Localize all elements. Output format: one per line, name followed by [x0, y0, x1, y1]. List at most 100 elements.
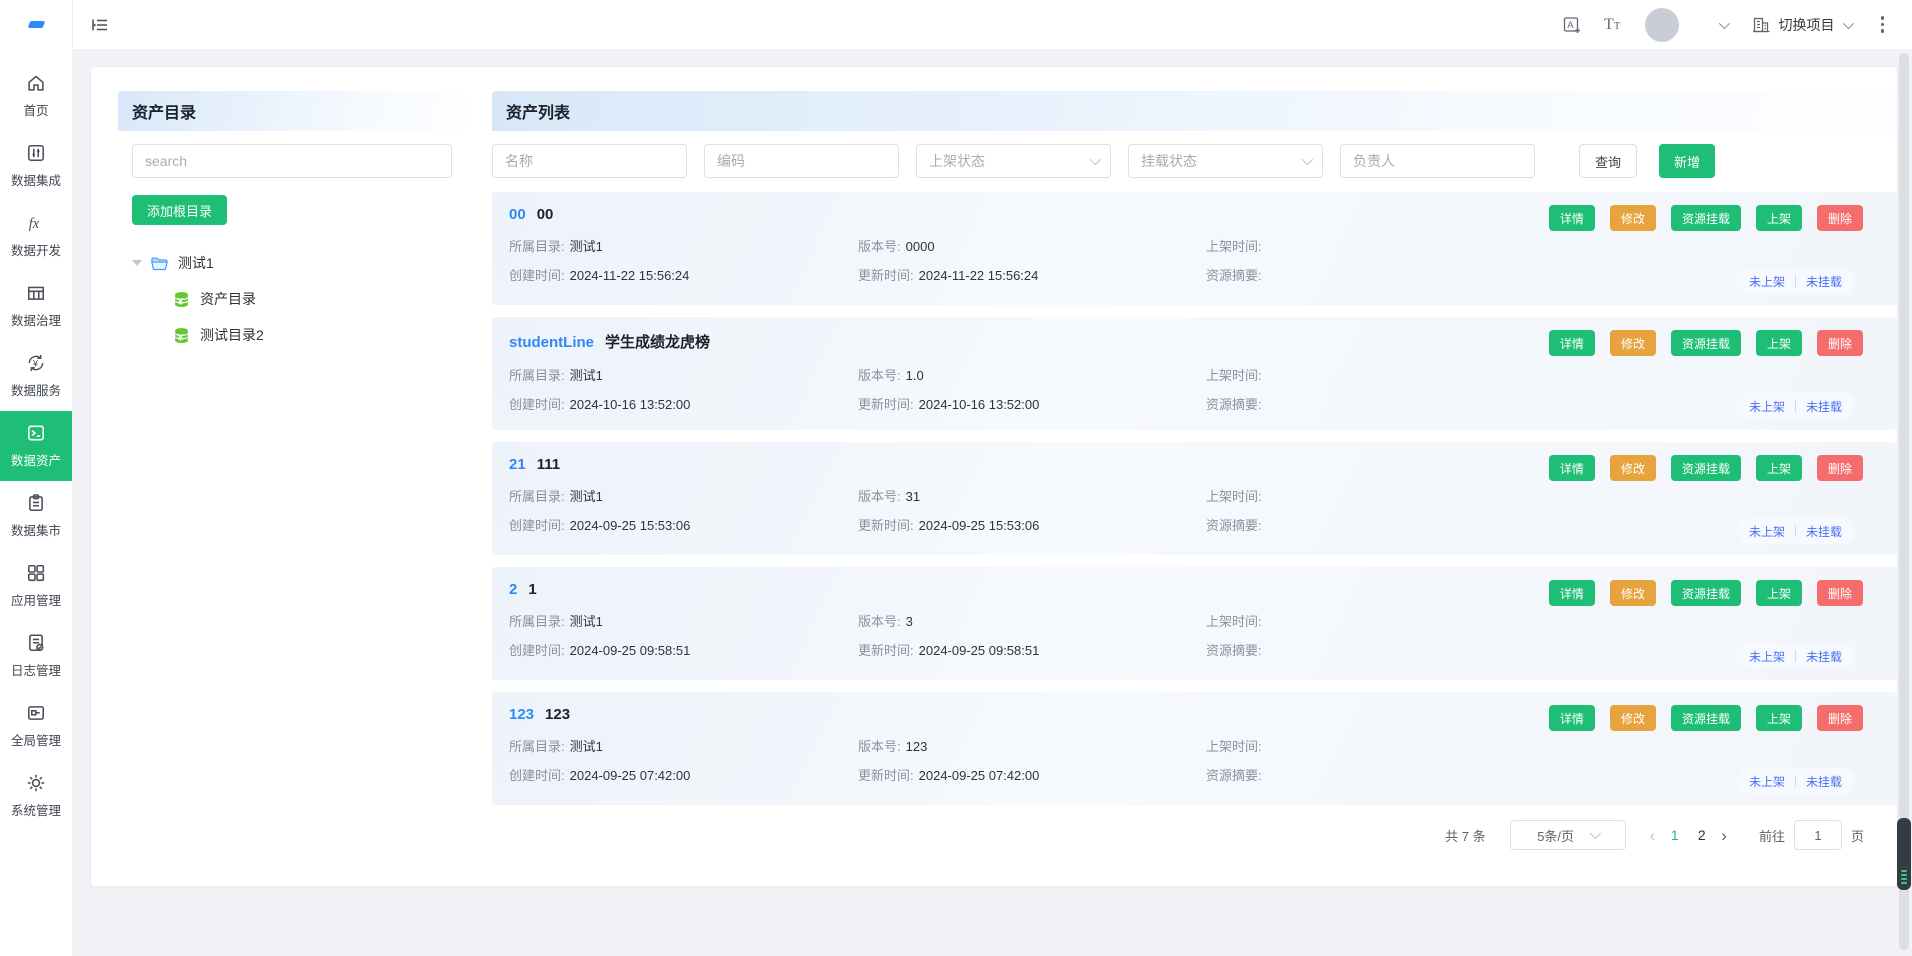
edit-button[interactable]: 修改	[1610, 455, 1656, 481]
sidebar-item-data-assets[interactable]: 数据资产	[0, 411, 72, 481]
tree-node-child[interactable]: ¥ 资产目录	[132, 281, 452, 317]
resource-mount-button[interactable]: 资源挂载	[1671, 580, 1741, 606]
asset-code-link[interactable]: 00	[509, 206, 526, 223]
main-area: A TT 切换项目 资产目录	[73, 0, 1912, 956]
meta-summary: 资源摘要:	[1206, 640, 1636, 659]
detail-button[interactable]: 详情	[1549, 580, 1595, 606]
sidebar-item-data-service[interactable]: ¥ 数据服务	[0, 341, 72, 411]
asset-code-link[interactable]: 2	[509, 581, 517, 598]
delete-button[interactable]: 删除	[1817, 330, 1863, 356]
switch-project-button[interactable]: 切换项目	[1751, 15, 1851, 35]
resource-mount-button[interactable]: 资源挂载	[1671, 330, 1741, 356]
chevron-down-icon	[1302, 154, 1313, 165]
chevron-down-icon[interactable]	[1718, 17, 1729, 28]
name-filter-input[interactable]	[492, 144, 687, 178]
meta-catalog: 所属目录:测试1	[509, 611, 858, 630]
meta-shelf-time: 上架时间:	[1206, 486, 1636, 505]
shelve-button[interactable]: 上架	[1756, 330, 1802, 356]
mount-status-select[interactable]: 挂载状态	[1128, 144, 1323, 178]
meta-catalog: 所属目录:测试1	[509, 236, 858, 255]
sidebar-item-label: 数据治理	[11, 310, 61, 329]
sidebar-item-data-development[interactable]: fx 数据开发	[0, 201, 72, 271]
asset-code-link[interactable]: 21	[509, 456, 526, 473]
page-number-1[interactable]: 1	[1661, 827, 1688, 843]
translate-icon[interactable]: A	[1562, 15, 1582, 35]
sidebar-item-label: 日志管理	[11, 660, 61, 679]
avatar[interactable]	[1645, 8, 1679, 42]
resource-mount-button[interactable]: 资源挂载	[1671, 705, 1741, 731]
sidebar-item-system-management[interactable]: 系统管理	[0, 761, 72, 831]
asset-item-actions: 详情 修改 资源挂载 上架 删除	[1549, 705, 1863, 731]
edit-button[interactable]: 修改	[1610, 705, 1656, 731]
sidebar-item-data-mart[interactable]: 数据集市	[0, 481, 72, 551]
shelve-button[interactable]: 上架	[1756, 705, 1802, 731]
page-size-select[interactable]: 5条/页	[1510, 820, 1626, 850]
detail-button[interactable]: 详情	[1549, 705, 1595, 731]
sidebar-item-global-management[interactable]: 全局管理	[0, 691, 72, 761]
more-vertical-icon[interactable]	[1877, 12, 1889, 37]
font-size-icon[interactable]: TT	[1604, 16, 1621, 34]
asset-name: 1	[528, 581, 536, 598]
shelve-button[interactable]: 上架	[1756, 455, 1802, 481]
building-icon	[1751, 15, 1771, 35]
owner-filter-input[interactable]	[1340, 144, 1535, 178]
delete-button[interactable]: 删除	[1817, 455, 1863, 481]
add-asset-button[interactable]: 新增	[1659, 144, 1715, 178]
sidebar-item-home[interactable]: 首页	[0, 61, 72, 131]
scrollbar-track[interactable]	[1899, 53, 1909, 950]
edit-button[interactable]: 修改	[1610, 330, 1656, 356]
sidebar-item-log-management[interactable]: 日志管理	[0, 621, 72, 691]
menu-fold-icon[interactable]	[90, 15, 110, 35]
meta-catalog: 所属目录:测试1	[509, 365, 858, 384]
not-shelved-badge[interactable]: 未上架	[1749, 648, 1785, 665]
not-shelved-badge[interactable]: 未上架	[1749, 523, 1785, 540]
home-icon	[26, 73, 46, 93]
sidebar-item-app-management[interactable]: 应用管理	[0, 551, 72, 621]
not-shelved-badge[interactable]: 未上架	[1749, 273, 1785, 290]
not-shelved-badge[interactable]: 未上架	[1749, 773, 1785, 790]
caret-down-icon[interactable]	[132, 260, 142, 266]
tree-node-root[interactable]: 测试1	[132, 245, 452, 281]
not-mounted-badge[interactable]: 未挂载	[1806, 398, 1842, 415]
edit-button[interactable]: 修改	[1610, 205, 1656, 231]
resource-mount-button[interactable]: 资源挂载	[1671, 455, 1741, 481]
asset-item: studentLine 学生成绩龙虎榜 详情 修改 资源挂载 上架 删除 所属目…	[492, 317, 1897, 430]
sidebar-item-data-integration[interactable]: 数据集成	[0, 131, 72, 201]
goto-page-input[interactable]	[1794, 820, 1842, 850]
sidebar-item-label: 数据集市	[11, 520, 61, 539]
table-icon	[26, 283, 46, 303]
asset-name: 123	[545, 706, 570, 723]
add-root-catalog-button[interactable]: 添加根目录	[132, 195, 227, 225]
chevron-down-icon	[1842, 17, 1853, 28]
meta-version: 版本号:3	[858, 611, 1206, 630]
delete-button[interactable]: 删除	[1817, 580, 1863, 606]
prev-page-button[interactable]: ‹	[1650, 827, 1656, 844]
shelve-button[interactable]: 上架	[1756, 205, 1802, 231]
detail-button[interactable]: 详情	[1549, 205, 1595, 231]
delete-button[interactable]: 删除	[1817, 705, 1863, 731]
asset-item-meta: 所属目录:测试1 版本号:3 上架时间: 创建时间:2024-09-25 09:…	[509, 611, 1897, 659]
sidebar-item-data-governance[interactable]: 数据治理	[0, 271, 72, 341]
sidebar-item-label: 全局管理	[11, 730, 61, 749]
delete-button[interactable]: 删除	[1817, 205, 1863, 231]
query-button[interactable]: 查询	[1579, 144, 1637, 178]
not-mounted-badge[interactable]: 未挂载	[1806, 648, 1842, 665]
not-mounted-badge[interactable]: 未挂载	[1806, 273, 1842, 290]
asset-code-link[interactable]: studentLine	[509, 334, 594, 351]
not-mounted-badge[interactable]: 未挂载	[1806, 523, 1842, 540]
catalog-search-input[interactable]	[132, 144, 452, 178]
not-shelved-badge[interactable]: 未上架	[1749, 398, 1785, 415]
shelve-button[interactable]: 上架	[1756, 580, 1802, 606]
resource-mount-button[interactable]: 资源挂载	[1671, 205, 1741, 231]
page-number-2[interactable]: 2	[1688, 827, 1715, 843]
detail-button[interactable]: 详情	[1549, 455, 1595, 481]
asset-code-link[interactable]: 123	[509, 706, 534, 723]
shelf-status-select[interactable]: 上架状态	[916, 144, 1111, 178]
edit-button[interactable]: 修改	[1610, 580, 1656, 606]
not-mounted-badge[interactable]: 未挂载	[1806, 773, 1842, 790]
code-filter-input[interactable]	[704, 144, 899, 178]
detail-button[interactable]: 详情	[1549, 330, 1595, 356]
tree-node-child[interactable]: ¥ 测试目录2	[132, 317, 452, 353]
scrollbar-thumb[interactable]	[1897, 818, 1911, 890]
next-page-button[interactable]: ›	[1721, 827, 1727, 844]
